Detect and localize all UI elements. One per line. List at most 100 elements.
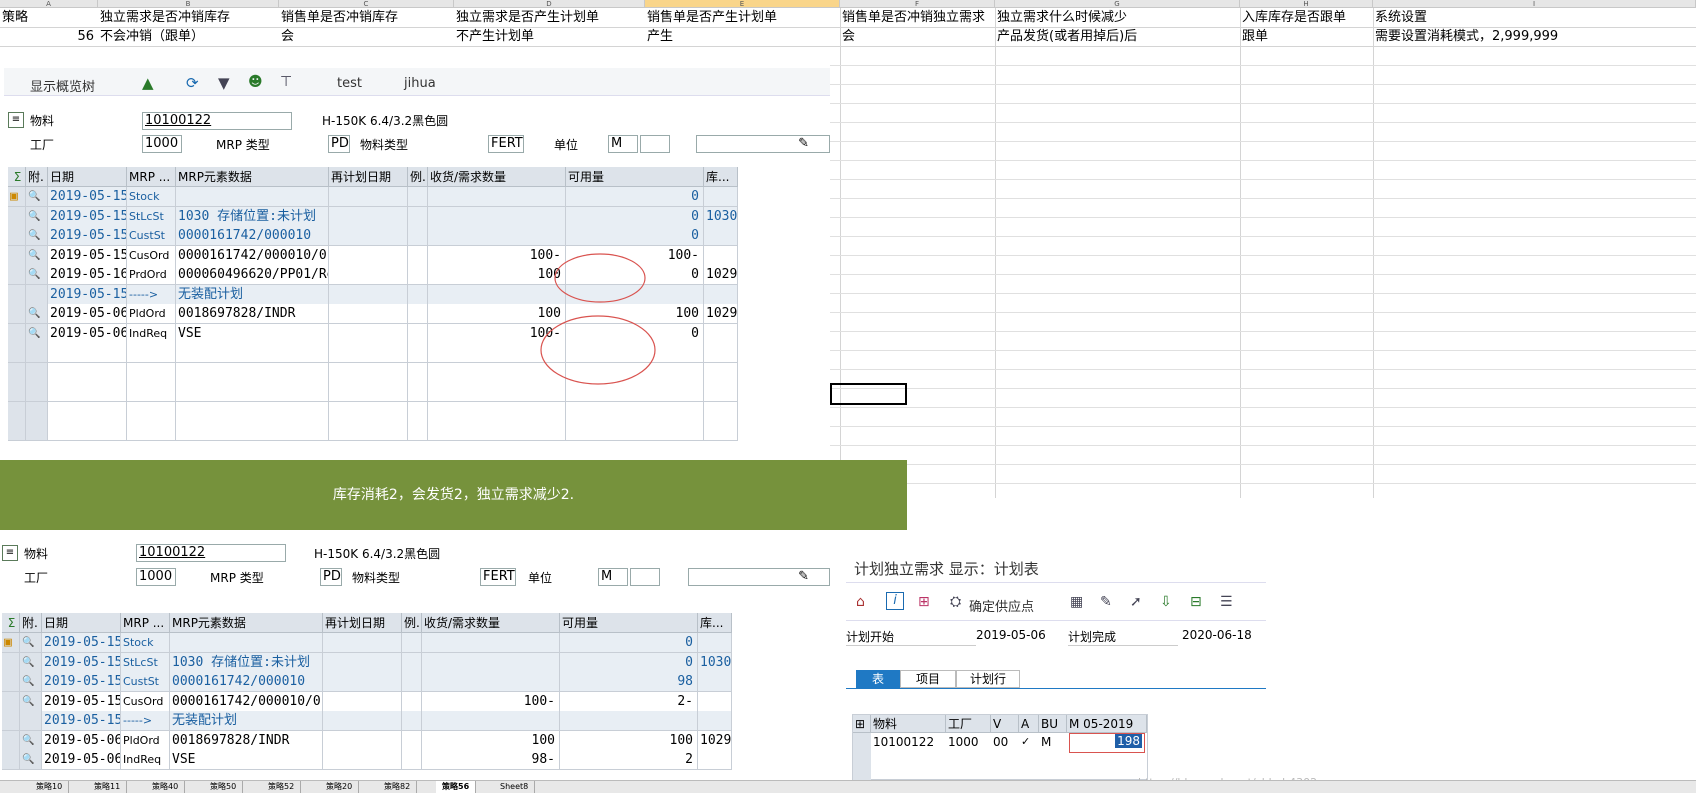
grid-cell: 2019-05-15 [42,711,121,731]
grid-cell [402,711,422,731]
grid-cell [2,750,20,770]
edit-icon[interactable]: ✎ [1100,594,1112,610]
grid-cell: 无装配计划 [170,711,323,731]
pir-unit: M [1041,735,1052,749]
banner-text: 库存消耗2，会发货2，独立需求减少2. [332,487,575,503]
grid-cell: 0000161742/000010/0... [170,691,323,712]
detail-icon[interactable]: 🔍 [20,633,42,653]
tab-table[interactable]: 表 [856,670,900,688]
detail-button-bottom[interactable]: ✎ [688,568,830,586]
mrp-type-field-bottom[interactable]: PD [320,568,342,586]
sheet-tab[interactable]: Sheet8 [494,781,536,793]
pir-qty[interactable]: 198 [1115,734,1142,748]
pir-title: 计划独立需求 显示：计划表 [854,560,1039,578]
excel-icon[interactable]: ⊟ [1190,594,1202,610]
pir-col-plant: 工厂 [946,715,991,733]
material-label-bottom: 物料 [24,547,49,561]
pir-plant: 1000 [948,735,979,749]
pir-table: ⊞ 物料 工厂 V A BU M 05-2019 10100122 1000 0… [852,714,1148,781]
plant-field-bottom[interactable]: 1000 [136,568,176,586]
grid-cell [402,691,422,712]
sheet-tab[interactable]: 策略82 [378,781,418,793]
detail-icon[interactable]: 🔍 [20,750,42,770]
grid-cell [170,633,323,653]
detail-icon[interactable]: 🔍 [20,652,42,673]
sheet-tab[interactable]: 策略10 [30,781,70,793]
banner: 库存消耗2，会发货2，独立需求减少2. [0,460,907,530]
plan-start-value: 2019-05-06 [976,628,1046,642]
annotation-circle-2 [540,315,656,385]
grid-cell: 2 [560,750,698,770]
annotation-circle-1 [554,253,646,303]
detail-icon[interactable]: 🔍 [20,672,42,692]
grid-cell: 2019-05-06 [42,750,121,770]
grid-cell: -----> [121,711,170,731]
grid-cell: 1029 [698,730,732,751]
grid-cell [422,652,560,673]
grid-cell [698,691,732,712]
grid-cell: 1030 存储位置:未计划 [170,652,323,673]
pir-select-all-icon[interactable]: ⊞ [853,715,871,733]
unit-extra-field-bottom[interactable] [630,568,660,586]
grid-cell [698,633,732,653]
grid-cell [323,750,402,770]
sheet-tab[interactable]: 策略40 [146,781,186,793]
material-icon-bottom: ≡ [2,545,18,561]
grid-cell: 0 [560,652,698,673]
grid-cell: VSE [170,750,323,770]
pir-col-month: M 05-2019 [1067,715,1147,733]
unit-label-bottom: 单位 [528,571,553,585]
grid-cell: 2- [560,691,698,712]
sheet-tab[interactable]: 策略11 [88,781,128,793]
tab-items[interactable]: 项目 [900,670,956,688]
grid-cell: 98- [422,750,560,770]
info-icon[interactable]: i [886,592,904,610]
unit-field-bottom[interactable]: M [598,568,628,586]
pir-col-bu: BU [1039,715,1067,733]
sheet-tab[interactable]: 策略56 [436,781,477,793]
grid-col-7: 收货/需求数量 [422,613,560,633]
tab-schedule-lines[interactable]: 计划行 [956,670,1020,688]
grid-col-1: 附. [20,613,42,633]
grid-cell: 100 [422,730,560,751]
sheet-tab[interactable]: 策略50 [204,781,244,793]
grid-cell [323,711,402,731]
table-icon[interactable]: ▦ [1070,594,1083,610]
detail-icon[interactable]: 🔍 [20,691,42,712]
confirm-supply-button[interactable]: 确定供应点 [969,596,1034,615]
doc-icon[interactable]: ☰ [1220,594,1233,610]
grid-cell: 2019-05-15 [42,633,121,653]
sheet-tab-bar: 策略10 策略11 策略40 策略50 策略52 策略20 策略82 策略56 Sheet8 [0,780,1696,793]
grid-cell [323,730,402,751]
grid-cell [2,652,20,673]
sheet-tab[interactable]: 策略52 [262,781,302,793]
grid-cell: Stock [121,633,170,653]
hat-icon[interactable]: ⌂ [856,594,865,610]
grid-cell: CusOrd [121,691,170,712]
detail-icon[interactable]: 🔍 [20,730,42,751]
grid-cell: 100- [422,691,560,712]
pir-qty-cell[interactable]: 198 [1069,733,1145,753]
hierarchy-icon[interactable]: ⊞ [918,594,930,610]
pir-active-checkbox[interactable]: ✓ [1021,735,1030,748]
export-icon[interactable]: ⇩ [1160,594,1172,610]
plan-end-label: 计划完成 [1068,628,1178,646]
material-field-bottom[interactable]: 10100122 [136,544,286,562]
grid-col-9: 库... [698,613,732,633]
grid-cell: 0018697828/INDR [170,730,323,751]
grid-cell [2,711,20,731]
cursor-icon[interactable]: ➚ [1130,594,1142,610]
grid-cell [422,711,560,731]
supply-icon[interactable]: ⛭ [950,594,961,610]
mrp-type-label-bottom: MRP 类型 [210,571,264,585]
sheet-tab[interactable]: 策略20 [320,781,360,793]
sum-icon[interactable]: Σ [2,613,20,633]
plant-label-bottom: 工厂 [24,571,49,585]
grid-cell: 98 [560,672,698,692]
plan-end-value: 2020-06-18 [1182,628,1252,642]
grid-cell: 2019-05-15 [42,652,121,673]
material-type-field-bottom[interactable]: FERT [480,568,516,586]
grid-cell: IndReq [121,750,170,770]
pir-col-material: 物料 [871,715,946,733]
grid-cell [2,672,20,692]
